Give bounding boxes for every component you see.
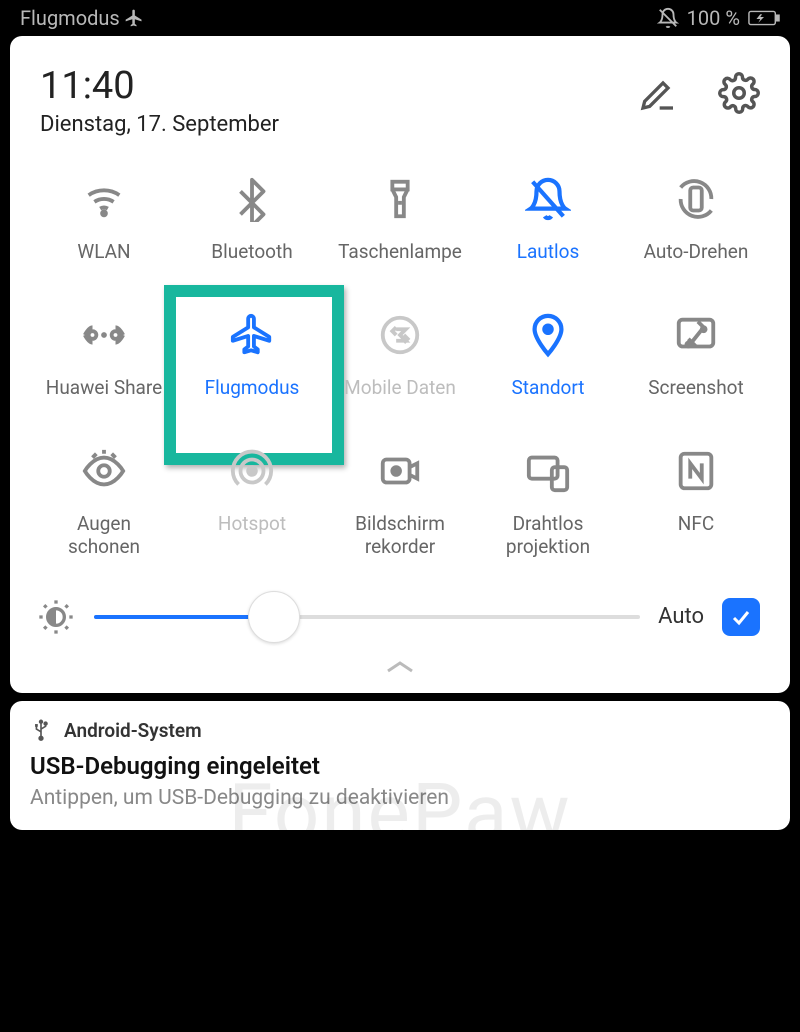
tile-label: Lautlos xyxy=(517,241,580,265)
wifi-icon xyxy=(81,171,127,227)
tile-wireless-projection[interactable]: Drahtlos projektion xyxy=(474,443,622,559)
tile-label: Bildschirm rekorder xyxy=(355,513,445,559)
tile-screen-recorder[interactable]: Bildschirm rekorder xyxy=(326,443,474,559)
battery-icon xyxy=(748,9,780,27)
tile-wlan[interactable]: WLAN xyxy=(30,171,178,265)
hotspot-icon xyxy=(229,443,275,499)
recorder-icon xyxy=(377,443,423,499)
tile-eye-comfort[interactable]: Augen schonen xyxy=(30,443,178,559)
bluetooth-icon xyxy=(229,171,275,227)
brightness-row: Auto xyxy=(30,589,770,653)
notification-title: USB-Debugging eingeleitet xyxy=(30,752,770,780)
mute-icon xyxy=(657,7,679,29)
tile-location[interactable]: Standort xyxy=(474,307,622,401)
tile-label: Screenshot xyxy=(648,377,743,401)
usb-icon xyxy=(30,719,52,741)
share-icon xyxy=(81,307,127,363)
tile-label: Flugmodus xyxy=(205,377,300,401)
tile-huawei-share[interactable]: Huawei Share xyxy=(30,307,178,401)
tile-label: WLAN xyxy=(77,241,130,265)
slider-thumb[interactable] xyxy=(248,591,300,643)
tile-mobile-data[interactable]: Mobile Daten xyxy=(326,307,474,401)
auto-brightness-checkbox[interactable] xyxy=(722,598,760,636)
tile-screenshot[interactable]: Screenshot xyxy=(622,307,770,401)
projection-icon xyxy=(525,443,571,499)
screenshot-icon xyxy=(673,307,719,363)
notification-app: Android-System xyxy=(64,719,202,742)
notification-card[interactable]: Android-System USB-Debugging eingeleitet… xyxy=(10,701,790,830)
brightness-slider[interactable] xyxy=(94,615,640,619)
tile-label: Mobile Daten xyxy=(344,377,456,401)
tiles-grid: WLAN Bluetooth Taschenlampe Lautlos Auto-Dre… xyxy=(30,161,770,589)
status-mode-label: Flugmodus xyxy=(20,6,120,30)
tile-label: NFC xyxy=(678,513,714,537)
location-icon xyxy=(525,307,571,363)
tile-auto-rotate[interactable]: Auto-Drehen xyxy=(622,171,770,265)
nfc-icon xyxy=(673,443,719,499)
tile-nfc[interactable]: NFC xyxy=(622,443,770,559)
airplane-icon xyxy=(229,307,275,363)
tile-silent[interactable]: Lautlos xyxy=(474,171,622,265)
status-bar: Flugmodus 100 % xyxy=(0,0,800,36)
edit-icon[interactable] xyxy=(638,73,678,113)
tile-label: Bluetooth xyxy=(211,241,292,265)
tile-airplane[interactable]: Flugmodus xyxy=(178,307,326,401)
battery-pct: 100 % xyxy=(687,6,740,30)
bell-off-icon xyxy=(525,171,571,227)
quick-settings-panel: 11:40 Dienstag, 17. September WLAN Blueto… xyxy=(10,36,790,693)
tile-label: Huawei Share xyxy=(46,377,162,401)
tile-label: Auto-Drehen xyxy=(644,241,749,265)
notification-subtitle: Antippen, um USB-Debugging zu deaktivier… xyxy=(30,786,770,810)
auto-brightness-label: Auto xyxy=(658,604,704,629)
tile-hotspot[interactable]: Hotspot xyxy=(178,443,326,559)
settings-icon[interactable] xyxy=(718,72,760,114)
tile-label: Standort xyxy=(512,377,585,401)
tile-label: Hotspot xyxy=(218,513,286,537)
datetime-block[interactable]: 11:40 Dienstag, 17. September xyxy=(40,64,279,137)
tile-flashlight[interactable]: Taschenlampe xyxy=(326,171,474,265)
clock-time: 11:40 xyxy=(40,64,279,108)
brightness-icon xyxy=(36,597,76,637)
tile-bluetooth[interactable]: Bluetooth xyxy=(178,171,326,265)
tile-label: Drahtlos projektion xyxy=(506,513,590,559)
collapse-icon[interactable] xyxy=(382,657,418,677)
tile-label: Taschenlampe xyxy=(338,241,462,265)
eye-icon xyxy=(81,443,127,499)
data-icon xyxy=(377,307,423,363)
airplane-icon xyxy=(124,8,144,28)
clock-date: Dienstag, 17. September xyxy=(40,112,279,137)
flashlight-icon xyxy=(377,171,423,227)
rotate-icon xyxy=(673,171,719,227)
tile-label: Augen schonen xyxy=(68,513,140,559)
